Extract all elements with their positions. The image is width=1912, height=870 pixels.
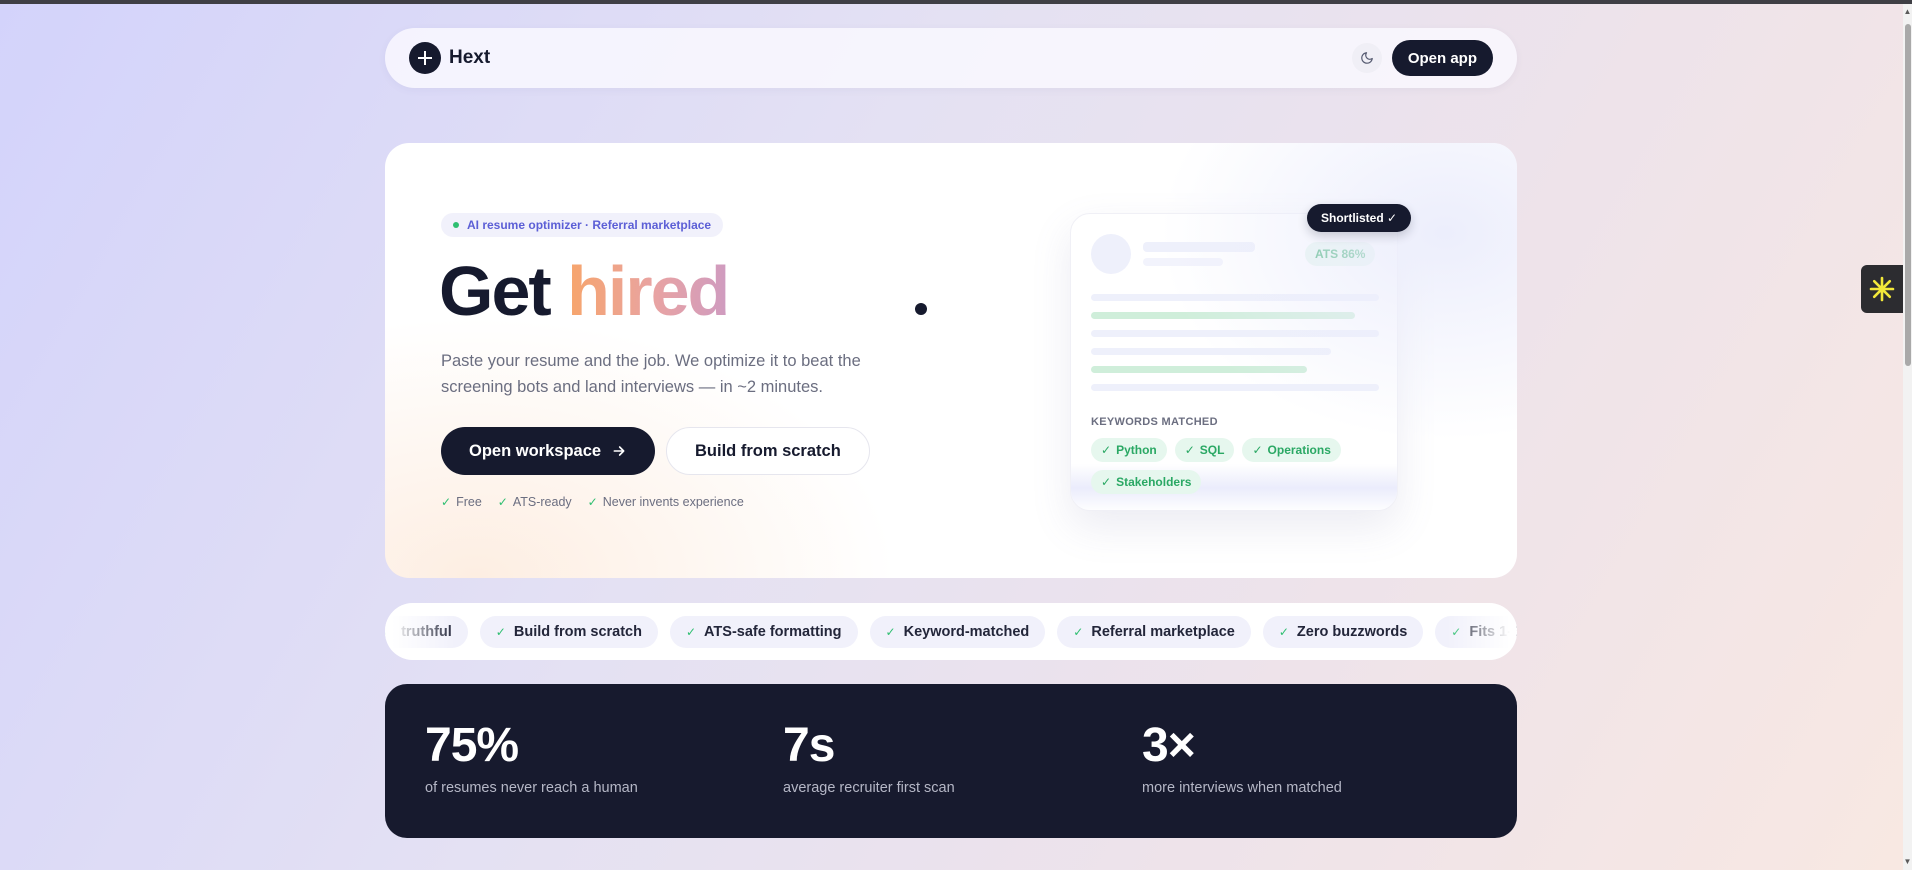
asterisk-icon xyxy=(1869,276,1895,302)
feature-chip: ✓ Zero buzzwords xyxy=(1262,616,1424,648)
theme-toggle-button[interactable] xyxy=(1351,43,1382,73)
stat-item: 7s average recruiter first scan xyxy=(783,719,955,797)
scroll-down-icon[interactable]: ▼ xyxy=(1903,856,1912,868)
navbar: Hext Open app xyxy=(385,28,1517,88)
feature-label: Referral marketplace xyxy=(1091,624,1235,640)
keyword-chip: ✓ Operations xyxy=(1242,438,1341,462)
assistant-widget-button[interactable] xyxy=(1861,265,1903,313)
check-icon: ✓ xyxy=(385,625,394,639)
perk-label: Never invents experience xyxy=(602,495,744,509)
browser-top-edge xyxy=(0,0,1912,4)
perk-item: ✓ ATS-ready xyxy=(498,495,572,509)
hero-tag-text: AI resume optimizer · Referral marketpla… xyxy=(467,218,712,232)
keyword-label: Stakeholders xyxy=(1116,475,1192,489)
typing-cursor-icon xyxy=(915,303,927,315)
shortlisted-badge: Shortlisted ✓ xyxy=(1307,204,1412,232)
feature-label: Zero buzzwords xyxy=(1296,624,1408,640)
hero-subtext: Paste your resume and the job. We optimi… xyxy=(441,352,861,396)
content-placeholder-line xyxy=(1091,384,1379,391)
content-placeholder-line xyxy=(1091,330,1379,337)
check-icon: ✓ xyxy=(1184,443,1195,457)
check-icon: ✓ xyxy=(1073,625,1084,639)
keyword-chip: ✓ SQL xyxy=(1174,438,1235,462)
check-icon: ✓ xyxy=(587,495,598,509)
check-icon: ✓ xyxy=(1101,475,1112,489)
feature-chip: ✓ Fits 1-2 xyxy=(1435,616,1517,648)
feature-chip: ✓ truthful xyxy=(385,616,468,648)
feature-label: truthful xyxy=(401,624,452,640)
scroll-up-icon[interactable]: ▲ xyxy=(1903,6,1912,18)
plus-icon[interactable] xyxy=(409,42,441,74)
moon-icon xyxy=(1361,52,1373,64)
perk-label: ATS-ready xyxy=(512,495,572,509)
feature-marquee: ✓ truthful ✓ Build from scratch ✓ ATS-safe … xyxy=(385,603,1517,660)
hero-headline: Get hired xyxy=(439,252,730,330)
matched-placeholder-line xyxy=(1091,366,1307,373)
stats-panel: 75% of resumes never reach a human 7s av… xyxy=(385,684,1517,838)
stat-label: more interviews when matched xyxy=(1142,780,1342,796)
headline-word-hired: hired xyxy=(567,252,730,330)
keyword-chip: ✓ Python xyxy=(1091,438,1167,462)
resume-preview-card: ATS 86% KEYWORDS MATCHED ✓ Python ✓ SQL ✓ O… xyxy=(1070,213,1398,511)
perk-item: ✓ Never invents experience xyxy=(588,495,744,509)
check-icon: ✓ xyxy=(1451,625,1462,639)
stat-value: 75% xyxy=(425,719,519,772)
matched-placeholder-line xyxy=(1091,312,1355,319)
open-workspace-button[interactable]: Open workspace xyxy=(441,427,656,475)
stat-item: 75% of resumes never reach a human xyxy=(425,719,638,797)
status-dot-icon xyxy=(453,222,459,228)
keyword-label: Python xyxy=(1116,443,1157,457)
arrow-right-icon xyxy=(613,446,625,456)
ats-score-badge: ATS 86% xyxy=(1305,242,1376,266)
keyword-chip: ✓ Stakeholders xyxy=(1091,470,1202,494)
build-from-scratch-button[interactable]: Build from scratch xyxy=(666,427,870,475)
brand-name[interactable]: Hext xyxy=(449,47,490,69)
check-icon: ✓ xyxy=(1252,443,1263,457)
keyword-label: Operations xyxy=(1267,443,1331,457)
stat-item: 3× more interviews when matched xyxy=(1142,719,1342,797)
stat-label: of resumes never reach a human xyxy=(425,780,638,796)
name-placeholder-line xyxy=(1143,242,1255,252)
content-placeholder-line xyxy=(1091,348,1331,355)
stat-value: 7s xyxy=(783,719,835,772)
feature-label: ATS-safe formatting xyxy=(704,624,842,640)
check-icon: ✓ xyxy=(1101,443,1112,457)
check-icon: ✓ xyxy=(441,495,452,509)
avatar-placeholder xyxy=(1091,234,1131,274)
perk-label: Free xyxy=(456,495,482,509)
feature-label: Build from scratch xyxy=(513,624,642,640)
content-placeholder-line xyxy=(1091,294,1379,301)
hero-tag: AI resume optimizer · Referral marketpla… xyxy=(441,213,724,237)
perks-list: ✓ Free ✓ ATS-ready ✓ Never invents experien… xyxy=(441,495,744,509)
open-app-button[interactable]: Open app xyxy=(1391,40,1493,76)
feature-chip: ✓ Build from scratch xyxy=(479,616,658,648)
marquee-track: ✓ truthful ✓ Build from scratch ✓ ATS-safe … xyxy=(385,616,1517,648)
feature-chip: ✓ Referral marketplace xyxy=(1057,616,1251,648)
check-icon: ✓ xyxy=(685,625,697,639)
keyword-label: SQL xyxy=(1199,443,1225,457)
open-workspace-label: Open workspace xyxy=(469,441,602,460)
stat-label: average recruiter first scan xyxy=(783,780,955,796)
feature-label: Fits 1-2 xyxy=(1469,624,1517,640)
perk-item: ✓ Free xyxy=(441,495,482,509)
headline-word-get: Get xyxy=(439,252,552,330)
check-icon: ✓ xyxy=(1278,625,1289,639)
title-placeholder-line xyxy=(1143,258,1223,266)
check-icon: ✓ xyxy=(885,625,896,639)
feature-label: Keyword-matched xyxy=(903,624,1030,640)
check-icon: ✓ xyxy=(497,495,508,509)
keyword-chips: ✓ Python ✓ SQL ✓ Operations ✓ Stakeholders xyxy=(1091,438,1381,494)
check-icon: ✓ xyxy=(495,625,506,639)
feature-chip: ✓ Keyword-matched xyxy=(869,616,1046,648)
keywords-matched-label: KEYWORDS MATCHED xyxy=(1091,416,1218,428)
scrollbar-thumb[interactable] xyxy=(1905,24,1911,366)
feature-chip: ✓ ATS-safe formatting xyxy=(669,616,858,648)
stat-value: 3× xyxy=(1142,719,1196,772)
